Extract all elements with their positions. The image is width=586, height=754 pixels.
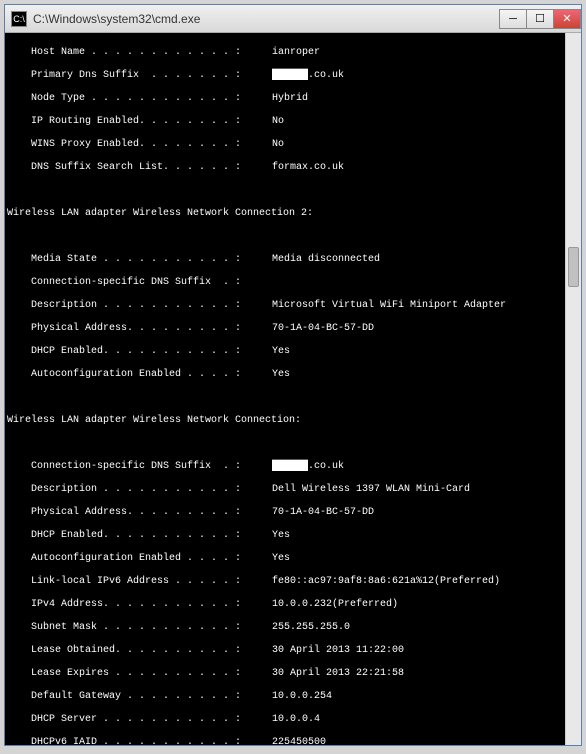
field-label: Physical Address. . . . . . . . . : xyxy=(31,323,266,335)
field-value: fe80::ac97:9af8:8a6:621a%12(Preferred) xyxy=(272,576,500,587)
field-label: IPv4 Address. . . . . . . . . . . : xyxy=(31,599,266,611)
field-value: formax.co.uk xyxy=(272,162,344,173)
close-button[interactable]: ✕ xyxy=(553,9,581,29)
field-label: Node Type . . . . . . . . . . . . : xyxy=(31,93,266,105)
field-value: 30 April 2013 11:22:00 xyxy=(272,645,404,656)
field-label: Subnet Mask . . . . . . . . . . . : xyxy=(31,622,266,634)
field-label: DHCP Enabled. . . . . . . . . . . : xyxy=(31,346,266,358)
vertical-scrollbar[interactable] xyxy=(565,33,581,745)
field-label: Media State . . . . . . . . . . . : xyxy=(31,254,266,266)
field-value: ██████.co.uk xyxy=(272,70,344,81)
field-value: Yes xyxy=(272,553,290,564)
field-value: 225450500 xyxy=(272,737,326,746)
field-label: Default Gateway . . . . . . . . . : xyxy=(31,691,266,703)
titlebar[interactable]: C:\ C:\Windows\system32\cmd.exe ─ ☐ ✕ xyxy=(5,5,581,33)
field-value: 10.0.0.254 xyxy=(272,691,332,702)
field-label: WINS Proxy Enabled. . . . . . . . : xyxy=(31,139,266,151)
field-value: Yes xyxy=(272,369,290,380)
field-label: Physical Address. . . . . . . . . : xyxy=(31,507,266,519)
field-value: 70-1A-04-BC-57-DD xyxy=(272,323,374,334)
field-label: Lease Obtained. . . . . . . . . . : xyxy=(31,645,266,657)
field-label: Autoconfiguration Enabled . . . . : xyxy=(31,369,266,381)
cmd-window: C:\ C:\Windows\system32\cmd.exe ─ ☐ ✕ Ho… xyxy=(4,4,582,746)
field-label: Lease Expires . . . . . . . . . . : xyxy=(31,668,266,680)
cmd-icon: C:\ xyxy=(11,11,27,27)
field-label: Primary Dns Suffix . . . . . . . : xyxy=(31,70,266,82)
adapter-heading: Wireless LAN adapter Wireless Network Co… xyxy=(7,208,581,220)
field-label: Host Name . . . . . . . . . . . . : xyxy=(31,47,266,59)
field-value: ██████.co.uk xyxy=(272,461,344,472)
field-label: DNS Suffix Search List. . . . . . : xyxy=(31,162,266,174)
field-value: 10.0.0.232(Preferred) xyxy=(272,599,398,610)
field-label: DHCP Server . . . . . . . . . . . : xyxy=(31,714,266,726)
field-value: No xyxy=(272,139,284,150)
field-value: 10.0.0.4 xyxy=(272,714,320,725)
scroll-thumb[interactable] xyxy=(568,247,579,287)
field-label: Description . . . . . . . . . . . : xyxy=(31,484,266,496)
field-value: Yes xyxy=(272,530,290,541)
adapter-heading: Wireless LAN adapter Wireless Network Co… xyxy=(7,415,581,427)
field-value: Microsoft Virtual WiFi Miniport Adapter xyxy=(272,300,506,311)
field-label: DHCP Enabled. . . . . . . . . . . : xyxy=(31,530,266,542)
window-controls: ─ ☐ ✕ xyxy=(500,9,581,29)
field-value: Hybrid xyxy=(272,93,308,104)
field-value: Yes xyxy=(272,346,290,357)
field-value: 255.255.255.0 xyxy=(272,622,350,633)
field-label: Connection-specific DNS Suffix . : xyxy=(31,461,266,473)
field-value: ianroper xyxy=(272,47,320,58)
field-label: Link-local IPv6 Address . . . . . : xyxy=(31,576,266,588)
field-value: 70-1A-04-BC-57-DD xyxy=(272,507,374,518)
field-label: IP Routing Enabled. . . . . . . . : xyxy=(31,116,266,128)
console-output: Host Name . . . . . . . . . . . . : ianr… xyxy=(5,33,581,745)
window-title: C:\Windows\system32\cmd.exe xyxy=(33,12,500,26)
field-value: No xyxy=(272,116,284,127)
maximize-button[interactable]: ☐ xyxy=(526,9,554,29)
field-label: Autoconfiguration Enabled . . . . : xyxy=(31,553,266,565)
field-label: DHCPv6 IAID . . . . . . . . . . . : xyxy=(31,737,266,746)
field-value: Dell Wireless 1397 WLAN Mini-Card xyxy=(272,484,470,495)
minimize-button[interactable]: ─ xyxy=(499,9,527,29)
field-label: Description . . . . . . . . . . . : xyxy=(31,300,266,312)
field-value: 30 April 2013 22:21:58 xyxy=(272,668,404,679)
field-value: Media disconnected xyxy=(272,254,380,265)
field-label: Connection-specific DNS Suffix . : xyxy=(31,277,266,289)
